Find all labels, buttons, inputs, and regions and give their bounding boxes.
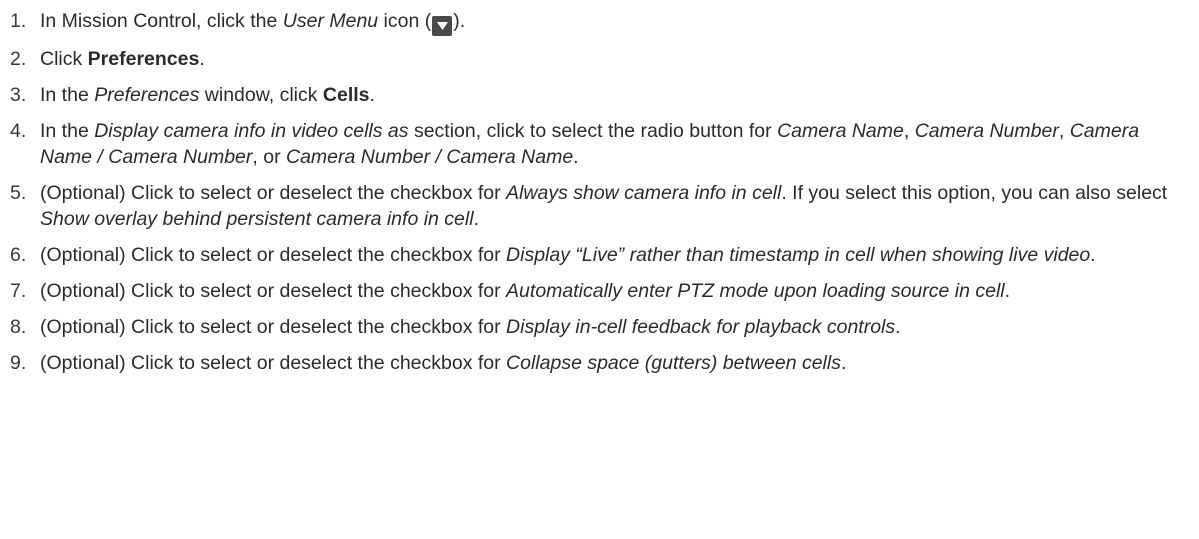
section-term: Display camera info in video cells as — [94, 120, 409, 142]
step-text-part: . — [369, 84, 375, 106]
step-5: 5. (Optional) Click to select or deselec… — [0, 180, 1199, 232]
step-number: 2. — [10, 48, 27, 70]
step-number: 4. — [10, 120, 27, 142]
step-number: 6. — [10, 244, 27, 266]
step-text-part: (Optional) Click to select or deselect t… — [40, 244, 507, 266]
preferences-window-term: Preferences — [94, 84, 200, 106]
step-text: In Mission Control, click the User Menu … — [40, 8, 1199, 36]
step-3: 3. In the Preferences window, click Cell… — [0, 82, 1199, 108]
step-7: 7. (Optional) Click to select or deselec… — [0, 278, 1199, 304]
step-4: 4. In the Display camera info in video c… — [0, 118, 1199, 170]
step-number: 5. — [10, 182, 27, 204]
step-text-part: . — [573, 146, 579, 168]
step-text-part: In the — [40, 84, 95, 106]
step-text-part: . — [199, 48, 205, 70]
option-term: Camera Number / Camera Name — [286, 146, 574, 168]
step-text-part: , or — [252, 146, 286, 168]
step-text-part: ). — [453, 10, 466, 32]
step-2: 2. Click Preferences. — [0, 46, 1199, 72]
step-text-part: window, click — [199, 84, 323, 106]
step-text: (Optional) Click to select or deselect t… — [40, 242, 1199, 268]
step-text: In the Display camera info in video cell… — [40, 118, 1199, 170]
option-term: Camera Number — [914, 120, 1059, 142]
step-text: In the Preferences window, click Cells. — [40, 82, 1199, 108]
step-text: (Optional) Click to select or deselect t… — [40, 278, 1199, 304]
step-number: 3. — [10, 84, 27, 106]
step-text-part: In the — [40, 120, 95, 142]
step-9: 9. (Optional) Click to select or deselec… — [0, 350, 1199, 376]
step-text-part: section, click to select the radio butto… — [408, 120, 778, 142]
step-text-part: icon ( — [378, 10, 432, 32]
step-number: 1. — [10, 10, 27, 32]
step-6: 6. (Optional) Click to select or deselec… — [0, 242, 1199, 268]
option-term: Always show camera info in cell — [506, 182, 782, 204]
option-term: Display in-cell feedback for playback co… — [506, 316, 896, 338]
step-text: (Optional) Click to select or deselect t… — [40, 180, 1199, 232]
step-text-part: . — [895, 316, 901, 338]
cells-term: Cells — [322, 84, 370, 106]
step-text-part: . — [840, 352, 847, 374]
step-text-part: , — [1058, 120, 1070, 142]
step-number: 9. — [10, 352, 27, 374]
step-text-part: . If you select this option, you can als… — [781, 182, 1168, 204]
chevron-down-icon — [432, 16, 453, 36]
option-term: Camera Name — [777, 120, 904, 142]
step-text-part: , — [903, 120, 915, 142]
step-text-part: . — [1004, 280, 1011, 302]
step-text-part: Click — [40, 48, 88, 70]
step-number: 8. — [10, 316, 27, 338]
step-text-part: (Optional) Click to select or deselect t… — [40, 182, 507, 204]
step-text: (Optional) Click to select or deselect t… — [40, 350, 1199, 376]
step-text-part: . — [1090, 244, 1096, 266]
step-text-part: (Optional) Click to select or deselect t… — [40, 280, 507, 302]
step-text-part: (Optional) Click to select or deselect t… — [40, 352, 507, 374]
step-text-part: (Optional) Click to select or deselect t… — [40, 316, 507, 338]
option-term: Show overlay behind persistent camera in… — [40, 208, 474, 230]
step-text: Click Preferences. — [40, 46, 1199, 72]
step-text-part: . — [473, 208, 479, 230]
preferences-term: Preferences — [87, 48, 200, 70]
option-term: Collapse space (gutters) between cells — [506, 352, 841, 374]
step-8: 8. (Optional) Click to select or deselec… — [0, 314, 1199, 340]
option-term: Display “Live” rather than timestamp in … — [506, 244, 1091, 266]
user-menu-term: User Menu — [282, 10, 379, 32]
step-text-part: In Mission Control, click the — [40, 10, 283, 32]
step-1: 1. In Mission Control, click the User Me… — [0, 8, 1199, 36]
step-text: (Optional) Click to select or deselect t… — [40, 314, 1199, 340]
step-number: 7. — [10, 280, 27, 302]
instruction-steps: 1. In Mission Control, click the User Me… — [0, 8, 1199, 376]
option-term: Automatically enter PTZ mode upon loadin… — [506, 280, 1005, 302]
